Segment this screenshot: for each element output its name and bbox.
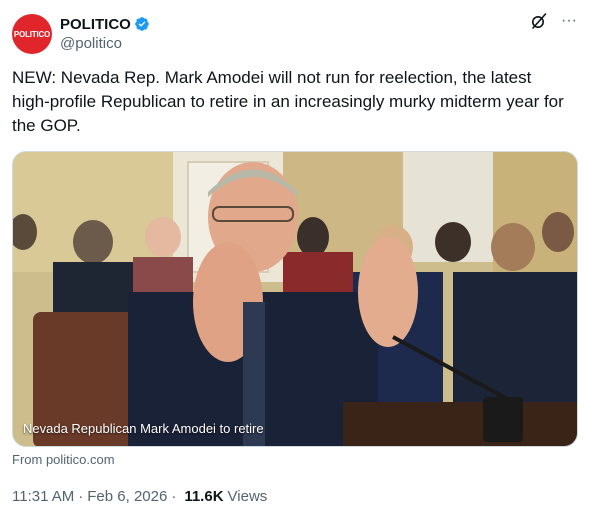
post-time[interactable]: 11:31 AM [12, 488, 74, 505]
avatar-text: POLITICO [13, 29, 51, 39]
author-block[interactable]: POLITICO @politico [60, 14, 150, 52]
post-actions: ··· [530, 12, 578, 30]
views-label: Views [227, 488, 268, 505]
post-meta: 11:31 AM · Feb 6, 2026 · 11.6K Views [12, 488, 267, 505]
verified-badge-icon [134, 16, 150, 32]
author-handle[interactable]: @politico [60, 35, 150, 52]
more-icon[interactable]: ··· [560, 12, 578, 30]
link-source[interactable]: From politico.com [12, 452, 115, 467]
media-caption: Nevada Republican Mark Amodei to retire [23, 421, 264, 436]
grok-icon[interactable] [530, 12, 548, 30]
views-count: 11.6K [184, 488, 224, 505]
post-text: NEW: Nevada Rep. Mark Amodei will not ru… [12, 68, 564, 135]
news-photo [13, 152, 577, 446]
post-header: POLITICO POLITICO @politico ··· [12, 12, 578, 56]
meta-separator: · [171, 488, 177, 505]
author-name[interactable]: POLITICO [60, 16, 131, 33]
post-media[interactable]: Nevada Republican Mark Amodei to retire [12, 151, 578, 447]
meta-separator: · [78, 488, 84, 505]
post-date[interactable]: Feb 6, 2026 [87, 488, 167, 505]
avatar[interactable]: POLITICO [12, 14, 52, 54]
